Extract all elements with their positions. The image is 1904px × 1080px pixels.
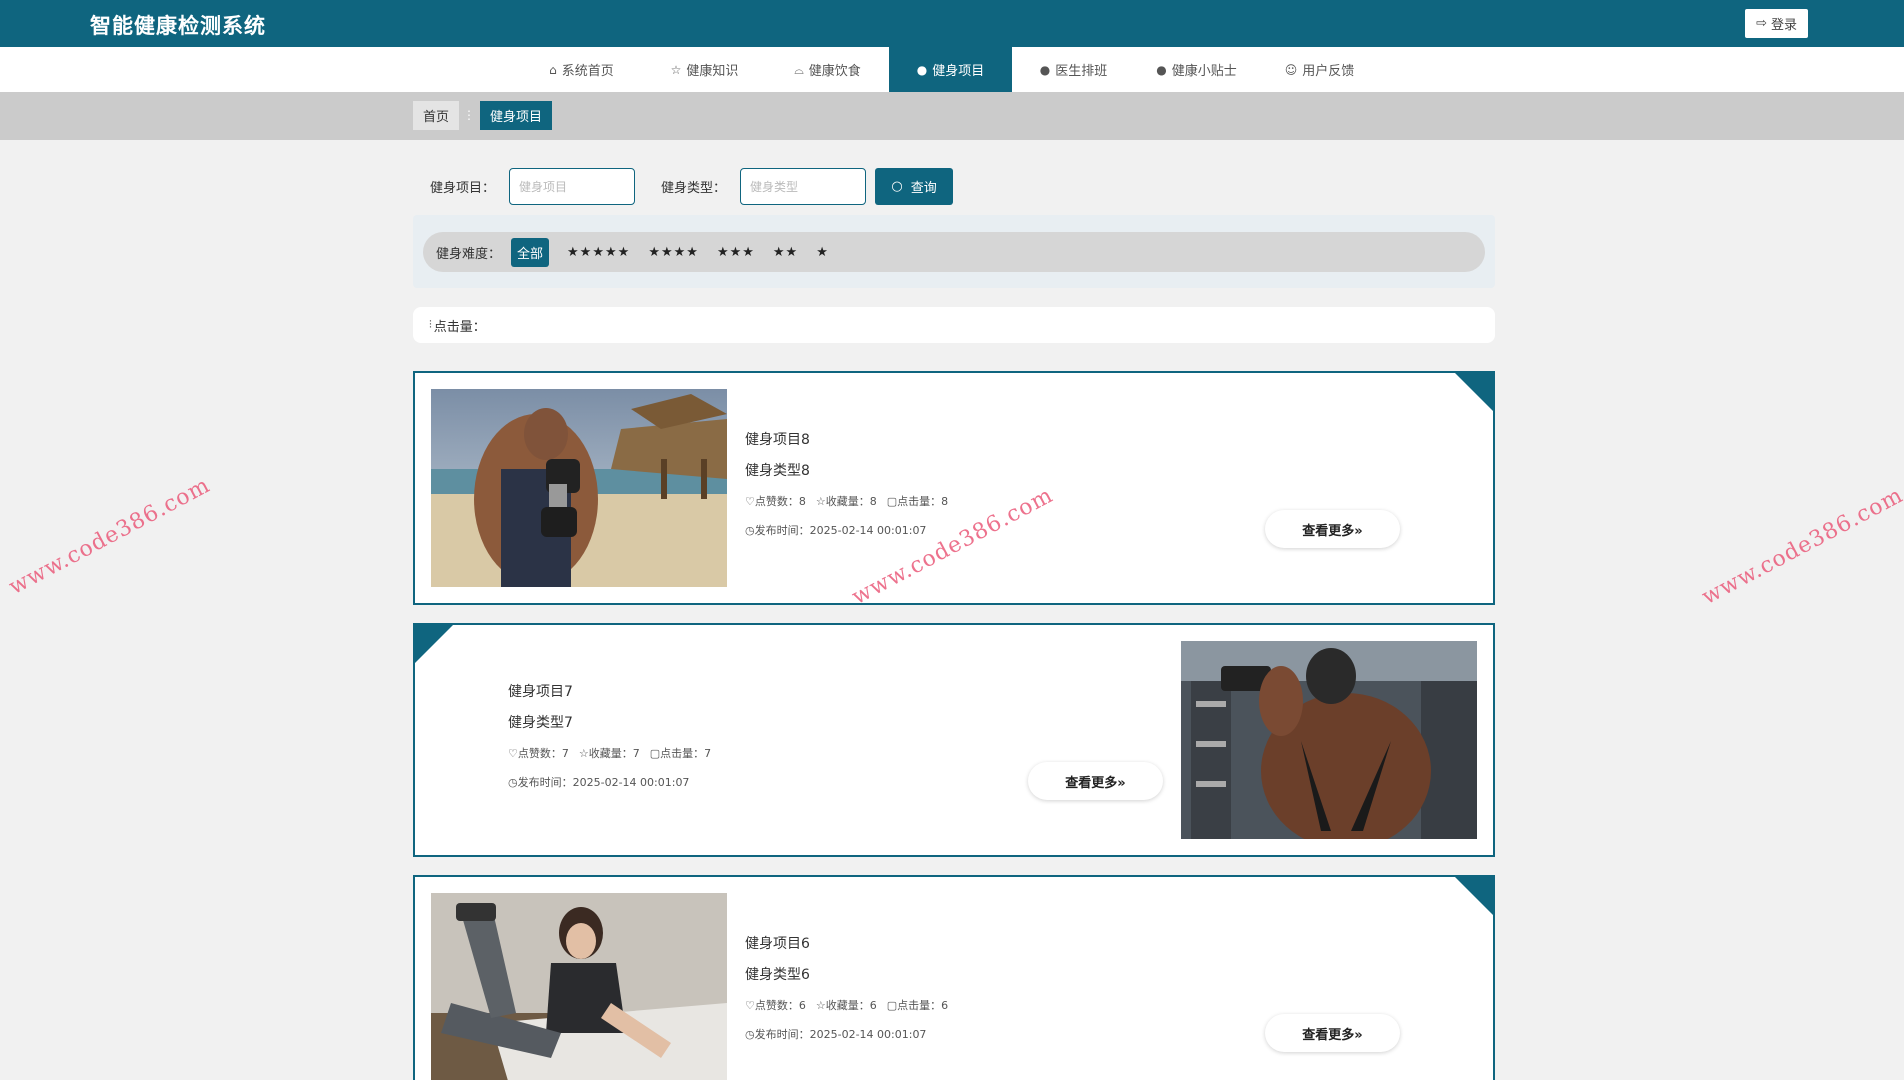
clock-icon: ◷ xyxy=(508,776,518,789)
card-title[interactable]: 健身项目7 xyxy=(508,681,573,701)
nav-item-health-tips[interactable]: ● 健康小贴士 xyxy=(1135,47,1258,92)
star-icon: ☆ xyxy=(815,999,826,1012)
favorite-count: ☆收藏量：7 xyxy=(578,747,640,760)
card-type: 健身类型8 xyxy=(745,463,810,479)
card-image xyxy=(431,893,727,1080)
nav-label: 用户反馈 xyxy=(1302,64,1355,79)
star-icon: ☆ xyxy=(578,747,589,760)
click-count: ▢点击量：8 xyxy=(886,495,949,508)
view-more-button[interactable]: 查看更多» xyxy=(1265,1014,1400,1052)
home-icon: ⌂ xyxy=(549,62,557,77)
document-icon: ▢ xyxy=(886,999,898,1012)
nav-item-diet[interactable]: ⌓ 健康饮食 xyxy=(766,47,889,92)
nav-item-home[interactable]: ⌂ 系统首页 xyxy=(520,47,643,92)
star-icon: ☆ xyxy=(670,62,682,77)
card-type: 健身类型6 xyxy=(745,967,810,983)
card-title[interactable]: 健身项目8 xyxy=(745,429,810,449)
fitness-card[interactable]: 健身项目6 健身类型6 ♡点赞数：6 ☆收藏量：6 ▢点击量：6 ◷发布时间：2… xyxy=(413,875,1495,1080)
nav-label: 健身项目 xyxy=(932,64,985,79)
card-publish-time: ◷发布时间：2025-02-14 00:01:07 xyxy=(745,1028,927,1041)
corner-decoration xyxy=(1453,877,1493,917)
breadcrumb-separator: ⋮ xyxy=(463,108,475,122)
card-stats: ♡点赞数：8 ☆收藏量：8 ▢点击量：8 xyxy=(745,493,948,509)
favorite-count: ☆收藏量：8 xyxy=(815,495,877,508)
view-more-button[interactable]: 查看更多» xyxy=(1028,762,1163,800)
fitness-card[interactable]: 健身项目7 健身类型7 ♡点赞数：7 ☆收藏量：7 ▢点击量：7 ◷发布时间：2… xyxy=(413,623,1495,857)
project-label: 健身项目： xyxy=(430,181,496,196)
difficulty-filter: 健身难度： 全部 ★★★★★ ★★★★ ★★★ ★★ ★ xyxy=(423,232,1485,272)
watermark: www.code386.com xyxy=(5,472,215,601)
card-image xyxy=(431,389,727,587)
like-count: ♡点赞数：7 xyxy=(508,747,569,760)
nav-label: 健康饮食 xyxy=(808,64,861,79)
top-header: 智能健康检测系统 ⇨ 登录 xyxy=(0,0,1904,47)
card-type: 健身类型7 xyxy=(508,715,573,731)
star-icon: ☆ xyxy=(815,495,826,508)
question-icon: ● xyxy=(1039,62,1051,77)
like-count: ♡点赞数：8 xyxy=(745,495,806,508)
click-count: ▢点击量：6 xyxy=(886,999,949,1012)
nav-label: 健康知识 xyxy=(686,64,739,79)
difficulty-option-5[interactable]: ★★★★★ xyxy=(567,238,630,267)
card-stats: ♡点赞数：7 ☆收藏量：7 ▢点击量：7 xyxy=(508,745,711,761)
breadcrumb-current: 健身项目 xyxy=(480,101,553,130)
search-form: 健身项目： 健身类型： ○ 查询 xyxy=(430,168,954,205)
project-input[interactable] xyxy=(509,168,636,205)
search-button-label: 查询 xyxy=(910,181,937,196)
nav-item-doctor-schedule[interactable]: ● 医生排班 xyxy=(1012,47,1135,92)
card-stats: ♡点赞数：6 ☆收藏量：6 ▢点击量：6 xyxy=(745,997,948,1013)
breadcrumb-home[interactable]: 首页 xyxy=(413,101,460,130)
corner-decoration xyxy=(1453,373,1493,413)
breadcrumb-bar xyxy=(0,92,1904,140)
sort-by-clicks[interactable]: 点击量： xyxy=(434,316,486,335)
difficulty-option-all[interactable]: 全部 xyxy=(511,237,550,267)
favorite-count: ☆收藏量：6 xyxy=(815,999,877,1012)
document-icon: ▢ xyxy=(649,747,661,760)
difficulty-label: 健身难度： xyxy=(436,246,502,262)
clock-icon: ◷ xyxy=(745,524,755,537)
card-image xyxy=(1181,641,1477,839)
app-title: 智能健康检测系统 xyxy=(90,14,266,38)
difficulty-option-2[interactable]: ★★ xyxy=(773,238,798,267)
card-title[interactable]: 健身项目6 xyxy=(745,933,810,953)
thumbs-up-icon: ♡ xyxy=(745,495,755,508)
info-icon: ● xyxy=(916,62,928,77)
sort-bar: ⫶ 点击量： xyxy=(413,307,1495,343)
main-nav: ⌂ 系统首页 ☆ 健康知识 ⌓ 健康饮食 ● 健身项目 ● 医生排班 ● 健康小… xyxy=(0,47,1904,92)
nav-label: 健康小贴士 xyxy=(1171,64,1237,79)
like-count: ♡点赞数：6 xyxy=(745,999,806,1012)
nav-label: 医生排班 xyxy=(1055,64,1108,79)
nav-item-knowledge[interactable]: ☆ 健康知识 xyxy=(643,47,766,92)
nav-item-feedback[interactable]: ☺ 用户反馈 xyxy=(1258,47,1381,92)
login-icon: ⇨ xyxy=(1756,16,1767,31)
card-publish-time: ◷发布时间：2025-02-14 00:01:07 xyxy=(508,776,690,789)
difficulty-option-3[interactable]: ★★★ xyxy=(717,238,755,267)
difficulty-option-1[interactable]: ★ xyxy=(816,238,829,267)
difficulty-filter-panel: 健身难度： 全部 ★★★★★ ★★★★ ★★★ ★★ ★ xyxy=(413,215,1495,288)
document-icon: ▢ xyxy=(886,495,898,508)
search-button[interactable]: ○ 查询 xyxy=(875,168,954,205)
type-input[interactable] xyxy=(740,168,867,205)
fitness-card[interactable]: 健身项目8 健身类型8 ♡点赞数：8 ☆收藏量：8 ▢点击量：8 ◷发布时间：2… xyxy=(413,371,1495,605)
login-label: 登录 xyxy=(1770,18,1797,33)
corner-decoration xyxy=(415,625,455,665)
thumbs-up-icon: ♡ xyxy=(745,999,755,1012)
smile-icon: ☺ xyxy=(1284,62,1298,77)
bag-icon: ⌓ xyxy=(794,62,804,77)
chart-icon: ⫶ xyxy=(429,318,432,331)
thumbs-up-icon: ♡ xyxy=(508,747,518,760)
watermark: www.code386.com xyxy=(1698,482,1904,611)
difficulty-option-4[interactable]: ★★★★ xyxy=(648,238,699,267)
clock-icon: ◷ xyxy=(745,1028,755,1041)
card-publish-time: ◷发布时间：2025-02-14 00:01:07 xyxy=(745,524,927,537)
login-button[interactable]: ⇨ 登录 xyxy=(1745,9,1808,38)
type-label: 健身类型： xyxy=(661,181,727,196)
click-count: ▢点击量：7 xyxy=(649,747,712,760)
nav-item-fitness[interactable]: ● 健身项目 xyxy=(889,47,1012,92)
nav-label: 系统首页 xyxy=(561,64,614,79)
search-icon: ○ xyxy=(891,179,903,194)
info-icon: ● xyxy=(1156,62,1167,77)
view-more-button[interactable]: 查看更多» xyxy=(1265,510,1400,548)
